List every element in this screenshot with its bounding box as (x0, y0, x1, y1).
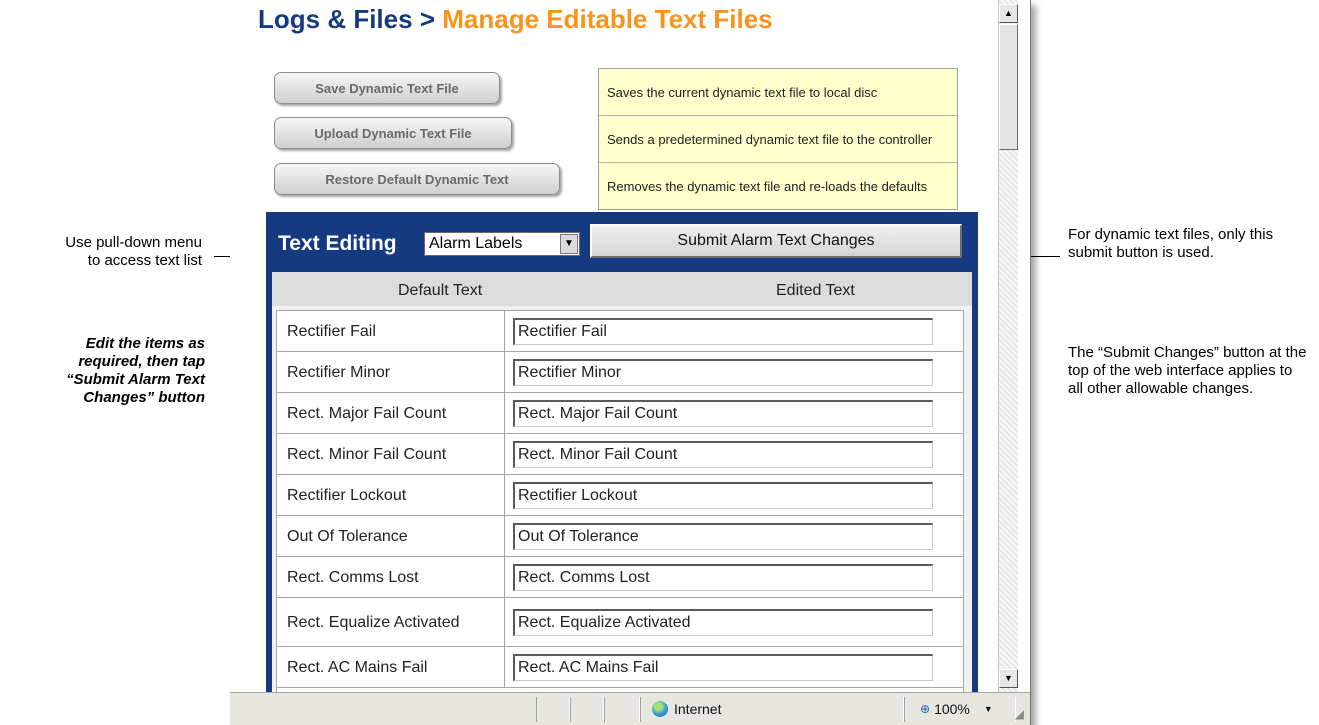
text-list-selected: Alarm Labels (429, 235, 523, 252)
browser-window: Logs & Files > Manage Editable Text File… (230, 0, 1031, 725)
text-table: Rectifier Fail Rectifier Fail Rectifier … (276, 310, 964, 692)
action-descriptions: Saves the current dynamic text file to l… (598, 68, 958, 210)
edited-text-input[interactable]: Rectifier Minor (513, 359, 933, 386)
zoom-icon: ⊕ (920, 702, 931, 716)
edited-text-cell: Rect. Comms Lost (505, 557, 963, 598)
column-header-default: Default Text (398, 282, 483, 299)
breadcrumb-separator: > (419, 4, 435, 34)
zoom-level: 100% (934, 701, 970, 717)
annotation-submit-note: For dynamic text files, only this submit… (1068, 226, 1274, 261)
default-text-cell: Rect. Minor Fail Count (277, 434, 505, 475)
text-list-dropdown[interactable]: Alarm Labels ▼ (424, 232, 580, 256)
edited-text-cell: Rect. Major Fail Count (505, 393, 963, 434)
column-headers: Default Text Edited Text (272, 272, 972, 306)
annotation-pulldown-note: Use pull-down menu to access text list (65, 234, 202, 269)
default-text-cell: Rect. Comms Lost (277, 557, 505, 598)
column-header-edited: Edited Text (776, 282, 855, 299)
resize-grip-icon[interactable]: ◢ (1015, 707, 1024, 721)
breadcrumb-root[interactable]: Logs & Files (258, 4, 413, 34)
edited-text-cell: Rect. AC Mains Fail (505, 647, 963, 688)
table-row: Rectifier Fail Rectifier Fail (277, 311, 963, 352)
status-bar: Internet ⊕ 100% ▼ ◢ (230, 692, 1030, 725)
edited-text-input[interactable]: Rectifier Lockout (513, 482, 933, 509)
status-pane (604, 697, 640, 722)
edited-text-input[interactable]: Rect. Equalize Activated (513, 609, 933, 636)
table-row: Rect. Equalize Activated Rect. Equalize … (277, 598, 963, 647)
default-text-cell: Rect. Equalize Activated (277, 598, 505, 647)
annotation-general-submit-note: The “Submit Changes” button at the top o… (1068, 344, 1307, 397)
table-row: Rectifier Lockout Rectifier Lockout (277, 475, 963, 516)
default-text-cell: Rectifier Lockout (277, 475, 505, 516)
tip-upload: Sends a predetermined dynamic text file … (599, 115, 957, 162)
tip-save: Saves the current dynamic text file to l… (607, 84, 878, 100)
status-pane (570, 697, 604, 722)
edited-text-cell: Rect. Minor Fail Count (505, 434, 963, 475)
edited-text-input[interactable]: Rect. AC Mains Fail (513, 654, 933, 681)
edited-text-input[interactable]: Rect. Major Fail Count (513, 400, 933, 427)
text-editing-panel: Text Editing Alarm Labels ▼ Submit Alarm… (266, 212, 978, 692)
globe-icon (652, 701, 668, 717)
default-text-cell: Rect. Major Fail Count (277, 393, 505, 434)
annotation-edit-note: Edit the items as required, then tap “Su… (66, 335, 205, 406)
edited-text-input[interactable]: Rectifier Fail (513, 318, 933, 345)
scroll-up-icon[interactable]: ▲ (999, 4, 1018, 23)
breadcrumb-current: Manage Editable Text Files (442, 4, 773, 34)
table-row: Out Of Tolerance Out Of Tolerance (277, 516, 963, 557)
table-row: Rectifier Minor Rectifier Minor (277, 352, 963, 393)
save-dynamic-text-button[interactable]: Save Dynamic Text File (274, 72, 500, 104)
edited-text-cell: Rectifier Lockout (505, 475, 963, 516)
default-text-cell: Out Of Tolerance (277, 516, 505, 557)
security-zone[interactable]: Internet (652, 701, 721, 717)
default-text-cell: Rectifier Minor (277, 352, 505, 393)
edited-text-input[interactable]: Rect. Minor Fail Count (513, 441, 933, 468)
security-zone-label: Internet (674, 701, 722, 717)
table-row: Rect. Major Fail Count Rect. Major Fail … (277, 393, 963, 434)
table-row: Rect. AC Mains Fail Rect. AC Mains Fail (277, 647, 963, 688)
default-text-cell: Rect. AC Mains Fail (277, 647, 505, 688)
chevron-down-icon[interactable]: ▼ (560, 234, 578, 254)
text-editing-label: Text Editing (278, 232, 397, 255)
scroll-thumb[interactable] (999, 24, 1018, 150)
edited-text-cell: Rect. Equalize Activated (505, 598, 963, 647)
table-row: Rect. Minor Fail Count Rect. Minor Fail … (277, 434, 963, 475)
upload-dynamic-text-button[interactable]: Upload Dynamic Text File (274, 117, 512, 149)
edited-text-cell: Rectifier Fail (505, 311, 963, 352)
status-pane (536, 697, 570, 722)
edited-text-input[interactable]: Rect. Comms Lost (513, 564, 933, 591)
tip-restore: Removes the dynamic text file and re-loa… (599, 162, 957, 209)
scroll-down-icon[interactable]: ▼ (999, 669, 1018, 688)
edited-text-cell: Rectifier Minor (505, 352, 963, 393)
page-title: Logs & Files > Manage Editable Text File… (258, 4, 773, 35)
submit-alarm-text-button[interactable]: Submit Alarm Text Changes (590, 224, 962, 258)
restore-default-text-button[interactable]: Restore Default Dynamic Text (274, 163, 560, 195)
text-editing-header: Text Editing Alarm Labels ▼ Submit Alarm… (272, 212, 972, 272)
chevron-down-icon[interactable]: ▼ (984, 704, 993, 714)
default-text-cell: Rectifier Fail (277, 311, 505, 352)
zoom-control[interactable]: ⊕ 100% ▼ (920, 701, 993, 717)
edited-text-input[interactable]: Out Of Tolerance (513, 523, 933, 550)
edited-text-cell: Out Of Tolerance (505, 516, 963, 557)
table-row: Rect. Comms Lost Rect. Comms Lost (277, 557, 963, 598)
page-content: Logs & Files > Manage Editable Text File… (230, 0, 998, 692)
vertical-scrollbar[interactable]: ▲ ▼ (998, 0, 1018, 692)
